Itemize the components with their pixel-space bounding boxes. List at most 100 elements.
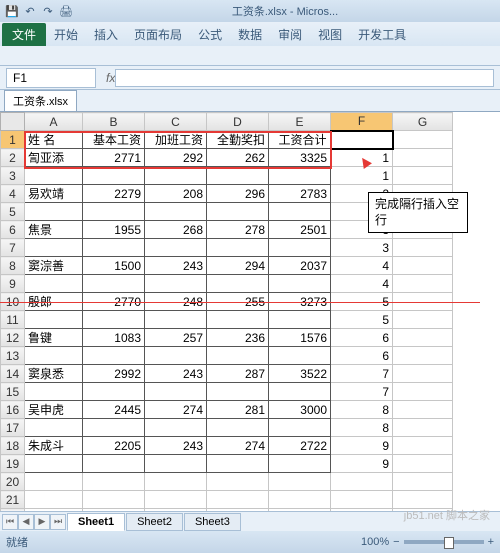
cell[interactable]: 基本工资: [83, 131, 145, 149]
tab-view[interactable]: 视图: [310, 23, 350, 46]
col-header-D[interactable]: D: [207, 113, 269, 131]
row-header[interactable]: 4: [1, 185, 25, 203]
cell[interactable]: [145, 167, 207, 185]
cell[interactable]: 257: [145, 329, 207, 347]
cell[interactable]: 3000: [269, 401, 331, 419]
cell[interactable]: 1955: [83, 221, 145, 239]
cell[interactable]: [83, 383, 145, 401]
row-header[interactable]: 8: [1, 257, 25, 275]
cell[interactable]: 1576: [269, 329, 331, 347]
cell[interactable]: [393, 167, 453, 185]
cell[interactable]: [269, 203, 331, 221]
cell[interactable]: [207, 383, 269, 401]
cell[interactable]: [331, 473, 393, 491]
cell[interactable]: [83, 491, 145, 509]
cell[interactable]: 殷郎: [25, 293, 83, 311]
row-header[interactable]: 6: [1, 221, 25, 239]
file-tab[interactable]: 文件: [2, 23, 46, 46]
cell[interactable]: 7: [331, 383, 393, 401]
row-header[interactable]: 2: [1, 149, 25, 167]
cell[interactable]: [25, 383, 83, 401]
cell[interactable]: 8: [331, 419, 393, 437]
row-header[interactable]: 11: [1, 311, 25, 329]
cell[interactable]: [145, 473, 207, 491]
tab-home[interactable]: 开始: [46, 23, 86, 46]
sheet-tab-3[interactable]: Sheet3: [184, 513, 241, 531]
cell[interactable]: 262: [207, 149, 269, 167]
undo-icon[interactable]: ↶: [22, 3, 38, 19]
cell[interactable]: 4: [331, 275, 393, 293]
spreadsheet-grid[interactable]: A B C D E F G 1姓 名基本工资加班工资全勤奖扣工资合计2訇亚添27…: [0, 112, 500, 530]
cell[interactable]: [393, 473, 453, 491]
cell[interactable]: [25, 473, 83, 491]
cell[interactable]: 訇亚添: [25, 149, 83, 167]
cell[interactable]: [393, 239, 453, 257]
row-header[interactable]: 17: [1, 419, 25, 437]
row-header[interactable]: 10: [1, 293, 25, 311]
col-header-B[interactable]: B: [83, 113, 145, 131]
cell[interactable]: [393, 491, 453, 509]
cell[interactable]: [331, 491, 393, 509]
cell[interactable]: [393, 131, 453, 149]
cell[interactable]: [25, 491, 83, 509]
row-header[interactable]: 18: [1, 437, 25, 455]
cell[interactable]: [393, 257, 453, 275]
cell[interactable]: [25, 455, 83, 473]
cell[interactable]: [25, 347, 83, 365]
cell[interactable]: [269, 383, 331, 401]
cell[interactable]: [145, 203, 207, 221]
cell[interactable]: [207, 347, 269, 365]
cell[interactable]: 274: [207, 437, 269, 455]
row-header[interactable]: 7: [1, 239, 25, 257]
cell[interactable]: 2770: [83, 293, 145, 311]
cell[interactable]: [207, 203, 269, 221]
cell[interactable]: 268: [145, 221, 207, 239]
cell[interactable]: [269, 311, 331, 329]
cell[interactable]: 281: [207, 401, 269, 419]
cell[interactable]: [145, 239, 207, 257]
cell[interactable]: [145, 275, 207, 293]
cell[interactable]: 1083: [83, 329, 145, 347]
cell[interactable]: [207, 167, 269, 185]
sheet-nav-last-icon[interactable]: ⏭: [50, 514, 66, 530]
sheet-tab-2[interactable]: Sheet2: [126, 513, 183, 531]
cell[interactable]: 296: [207, 185, 269, 203]
cell[interactable]: [393, 293, 453, 311]
cell[interactable]: 3: [331, 239, 393, 257]
zoom-slider[interactable]: [404, 540, 484, 544]
cell[interactable]: [269, 491, 331, 509]
cell[interactable]: [393, 311, 453, 329]
cell[interactable]: 2722: [269, 437, 331, 455]
cell[interactable]: [145, 491, 207, 509]
cell[interactable]: [207, 311, 269, 329]
col-header-G[interactable]: G: [393, 113, 453, 131]
tab-review[interactable]: 审阅: [270, 23, 310, 46]
cell[interactable]: [207, 239, 269, 257]
redo-icon[interactable]: ↷: [40, 3, 56, 19]
row-header[interactable]: 21: [1, 491, 25, 509]
cell[interactable]: [207, 491, 269, 509]
cell[interactable]: [207, 419, 269, 437]
save-icon[interactable]: 💾: [4, 3, 20, 19]
cell[interactable]: [207, 473, 269, 491]
sheet-nav-first-icon[interactable]: ⏮: [2, 514, 18, 530]
cell[interactable]: 294: [207, 257, 269, 275]
cell[interactable]: 208: [145, 185, 207, 203]
tab-formula[interactable]: 公式: [190, 23, 230, 46]
tab-dev[interactable]: 开发工具: [350, 23, 414, 46]
cell[interactable]: 236: [207, 329, 269, 347]
cell[interactable]: 5: [331, 311, 393, 329]
row-header[interactable]: 16: [1, 401, 25, 419]
cell[interactable]: 278: [207, 221, 269, 239]
cell[interactable]: 加班工资: [145, 131, 207, 149]
cell[interactable]: [83, 455, 145, 473]
cell[interactable]: [269, 275, 331, 293]
cell[interactable]: 9: [331, 455, 393, 473]
cell[interactable]: 274: [145, 401, 207, 419]
cell[interactable]: [269, 239, 331, 257]
row-header[interactable]: 19: [1, 455, 25, 473]
cell[interactable]: [25, 239, 83, 257]
row-header[interactable]: 9: [1, 275, 25, 293]
zoom-out-button[interactable]: −: [393, 536, 399, 548]
select-all-corner[interactable]: [1, 113, 25, 131]
